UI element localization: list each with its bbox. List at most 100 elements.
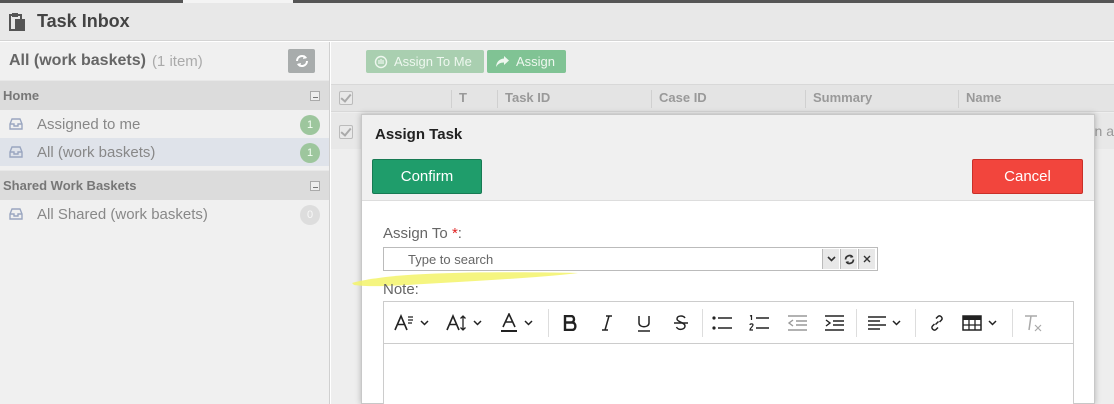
note-label: Note: xyxy=(383,281,419,298)
refresh-icon xyxy=(844,254,854,264)
column-header-case-id[interactable]: Case ID xyxy=(651,90,707,108)
insert-link-button[interactable] xyxy=(925,310,949,336)
collapse-icon[interactable] xyxy=(310,91,320,101)
assign-to-me-button[interactable]: Assign To Me xyxy=(366,50,484,73)
column-header-summary[interactable]: Summary xyxy=(805,90,872,108)
work-basket-panel: All (work baskets) (1 item) Home Assigne… xyxy=(0,42,330,404)
editor-content-area[interactable] xyxy=(384,344,1073,404)
note-rich-text-editor[interactable] xyxy=(383,301,1074,404)
row-name-cell: n a xyxy=(1094,123,1114,139)
strikethrough-button[interactable] xyxy=(670,310,692,336)
bold-icon xyxy=(563,315,577,331)
dropdown-chevron-button[interactable] xyxy=(822,249,839,269)
bold-button[interactable] xyxy=(559,310,581,336)
inbox-clipboard-icon xyxy=(9,12,25,31)
cancel-button[interactable]: Cancel xyxy=(972,159,1083,194)
link-icon xyxy=(931,315,943,331)
hand-icon xyxy=(374,55,388,68)
toolbar-divider xyxy=(856,309,857,337)
column-header-type[interactable]: T xyxy=(451,90,467,108)
section-title: Home xyxy=(3,88,40,103)
refresh-icon xyxy=(295,55,308,67)
tray-icon xyxy=(9,118,23,130)
indent-icon xyxy=(825,315,844,331)
underline-icon xyxy=(638,315,650,332)
assign-label: Assign xyxy=(516,54,556,69)
column-header-name[interactable]: Name xyxy=(958,90,1001,108)
nav-item-all-shared-work-baskets[interactable]: All Shared (work baskets) 0 xyxy=(0,200,329,228)
panel-titlebar: All (work baskets) (1 item) xyxy=(0,42,329,80)
page-title: Task Inbox xyxy=(37,11,130,31)
toolbar-divider xyxy=(548,309,549,337)
select-all-checkbox[interactable] xyxy=(339,91,353,105)
nav-item-label: Assigned to me xyxy=(37,115,141,133)
panel-title: All (work baskets) xyxy=(9,52,146,69)
nav-item-label: All (work baskets) xyxy=(37,143,156,161)
tray-icon xyxy=(9,146,23,158)
collapse-icon[interactable] xyxy=(310,181,320,191)
task-grid-header: T Task ID Case ID Summary Name xyxy=(331,84,1114,112)
count-badge: 1 xyxy=(300,115,320,135)
chevron-down-icon xyxy=(473,320,482,326)
assign-button[interactable]: Assign xyxy=(487,50,566,73)
task-toolbar: Assign To Me Assign xyxy=(331,42,1114,82)
bulleted-list-icon xyxy=(712,316,732,330)
toolbar-divider xyxy=(915,309,916,337)
search-refresh-button[interactable] xyxy=(840,249,857,269)
confirm-button[interactable]: Confirm xyxy=(372,159,482,194)
tray-icon xyxy=(9,208,23,220)
outdent-icon xyxy=(787,315,807,331)
assign-to-me-label: Assign To Me xyxy=(394,54,472,69)
numbered-list-button[interactable] xyxy=(747,310,771,336)
underline-button[interactable] xyxy=(633,310,655,336)
assign-to-text: Assign To xyxy=(383,225,452,242)
font-color-dropdown[interactable] xyxy=(500,310,533,336)
table-icon xyxy=(962,315,982,331)
dialog-actions: Confirm Cancel xyxy=(362,153,1094,201)
insert-table-dropdown[interactable] xyxy=(962,310,997,336)
row-checkbox[interactable] xyxy=(339,125,353,139)
nav-item-assigned-to-me[interactable]: Assigned to me 1 xyxy=(0,110,329,138)
section-shared-work-baskets[interactable]: Shared Work Baskets xyxy=(0,170,329,200)
chevron-down-icon xyxy=(892,320,901,326)
assignee-search-combobox[interactable] xyxy=(383,247,878,271)
section-home[interactable]: Home xyxy=(0,80,329,110)
count-badge: 1 xyxy=(300,143,320,163)
font-family-dropdown[interactable] xyxy=(394,310,429,336)
assign-to-label: Assign To *: xyxy=(383,225,462,242)
chevron-down-icon xyxy=(988,320,997,326)
toolbar-divider xyxy=(1012,309,1013,337)
section-title: Shared Work Baskets xyxy=(3,178,137,193)
chevron-down-icon xyxy=(420,320,429,326)
nav-item-label: All Shared (work baskets) xyxy=(37,205,208,223)
outdent-button[interactable] xyxy=(785,310,809,336)
text-align-dropdown[interactable] xyxy=(868,310,901,336)
numbered-list-icon xyxy=(749,315,769,331)
item-count: (1 item) xyxy=(151,52,203,70)
page-header: Task Inbox xyxy=(0,3,1114,41)
indent-button[interactable] xyxy=(822,310,846,336)
column-header-task-id[interactable]: Task ID xyxy=(497,90,550,108)
italic-icon xyxy=(602,315,612,331)
font-color-icon xyxy=(501,313,517,332)
clear-formatting-icon xyxy=(1025,315,1042,332)
clear-formatting-button[interactable] xyxy=(1020,310,1046,336)
align-left-icon xyxy=(868,316,886,330)
close-icon xyxy=(863,255,871,263)
dialog-title: Assign Task xyxy=(362,115,1094,153)
nav-item-all-work-baskets[interactable]: All (work baskets) 1 xyxy=(0,138,329,166)
chevron-down-icon xyxy=(524,320,533,326)
chevron-down-icon xyxy=(826,256,836,262)
assignee-search-input[interactable] xyxy=(384,248,822,270)
italic-button[interactable] xyxy=(596,310,618,336)
assign-task-dialog: Assign Task Confirm Cancel Assign To *: xyxy=(352,114,1095,404)
strikethrough-icon xyxy=(674,315,688,331)
bulleted-list-button[interactable] xyxy=(710,310,734,336)
font-size-dropdown[interactable] xyxy=(446,310,482,336)
toolbar-divider xyxy=(702,309,703,337)
clear-button[interactable] xyxy=(858,249,875,269)
count-badge: 0 xyxy=(300,205,320,225)
editor-toolbar xyxy=(384,302,1073,344)
refresh-button[interactable] xyxy=(288,49,315,73)
assign-to-colon: : xyxy=(457,225,462,242)
